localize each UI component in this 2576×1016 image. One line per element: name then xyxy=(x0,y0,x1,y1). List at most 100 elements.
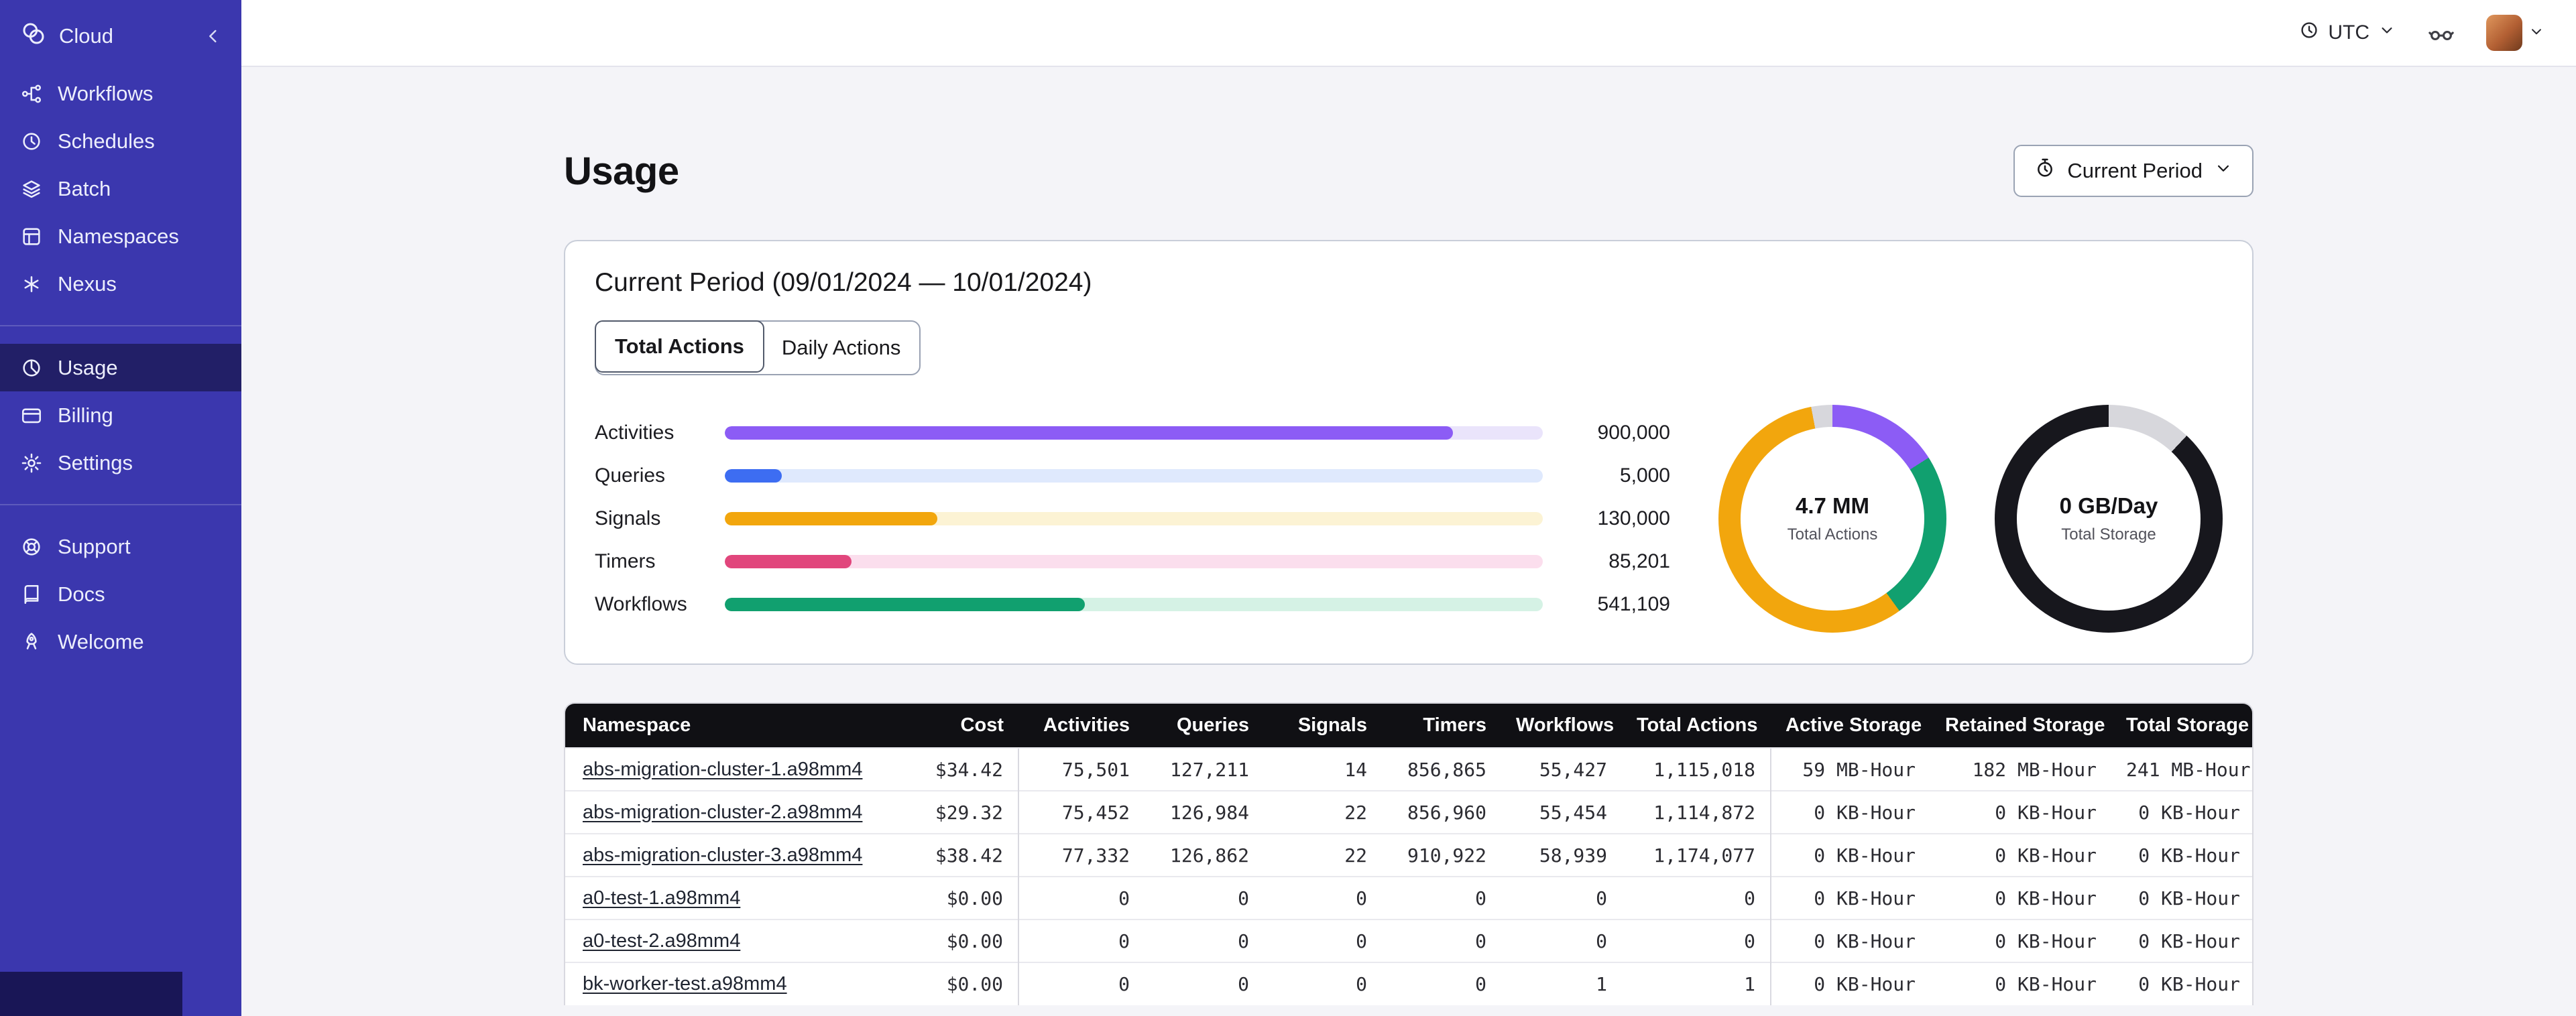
sidebar-item-settings[interactable]: Settings xyxy=(0,439,241,487)
topbar: UTC xyxy=(241,0,2576,67)
value-cell: 0 KB-Hour xyxy=(2111,876,2252,919)
column-header: Namespace xyxy=(565,704,860,748)
value-cell: 0 KB-Hour xyxy=(1770,790,1930,834)
value-cell: 0 KB-Hour xyxy=(1930,790,2111,834)
value-cell: 910,922 xyxy=(1382,833,1501,877)
sidebar-item-support[interactable]: Support xyxy=(0,523,241,570)
bar-label: Queries xyxy=(595,464,666,487)
value-cell: 1,115,018 xyxy=(1622,747,1771,791)
sidebar-divider xyxy=(0,325,241,326)
value-cell: 0 xyxy=(1264,876,1382,919)
column-header: Workflows xyxy=(1501,704,1622,748)
main-content: Usage Current Period Current Period (09/… xyxy=(241,67,2576,1016)
namespace-link[interactable]: abs-migration-cluster-3.a98mm4 xyxy=(583,844,862,866)
namespace-cell: a0-test-2.a98mm4 xyxy=(565,919,860,962)
namespace-link[interactable]: a0-test-2.a98mm4 xyxy=(583,930,740,952)
glasses-button[interactable] xyxy=(2427,19,2455,47)
sidebar-item-schedules[interactable]: Schedules xyxy=(0,117,241,165)
column-header: Retained Storage xyxy=(1930,704,2111,748)
value-cell: 856,865 xyxy=(1382,747,1501,791)
bar-row-timers: Timers 85,201 xyxy=(595,550,1670,573)
actions-tabs: Total Actions Daily Actions xyxy=(595,320,921,375)
sidebar-item-namespaces[interactable]: Namespaces xyxy=(0,212,241,260)
support-icon xyxy=(23,537,40,556)
sidebar-item-label: Namespaces xyxy=(58,224,179,248)
chevron-down-icon xyxy=(2213,158,2233,184)
bar-label: Activities xyxy=(595,422,675,444)
column-header: Queries xyxy=(1145,704,1264,748)
value-cell: 14 xyxy=(1264,747,1382,791)
collapse-sidebar-button[interactable] xyxy=(202,25,224,47)
workflows-icon xyxy=(21,84,42,103)
column-header: Total Actions xyxy=(1622,704,1771,748)
usage-icon xyxy=(23,359,40,377)
sidebar-nav-account: Usage Billing Settings xyxy=(0,344,241,487)
value-cell: 0 KB-Hour xyxy=(1930,833,2111,877)
sidebar-item-docs[interactable]: Docs xyxy=(0,570,241,618)
clock-icon xyxy=(2301,22,2317,38)
sidebar-item-label: Schedules xyxy=(58,129,155,153)
namespace-cell: bk-worker-test.a98mm4 xyxy=(565,962,860,1005)
sidebar-item-usage[interactable]: Usage xyxy=(0,344,241,391)
docs-icon xyxy=(24,584,39,604)
namespace-link[interactable]: abs-migration-cluster-1.a98mm4 xyxy=(583,759,862,780)
period-selector-button[interactable]: Current Period xyxy=(2013,145,2253,197)
value-cell: 0 xyxy=(1501,876,1622,919)
settings-icon xyxy=(21,453,42,472)
clock-icon xyxy=(2298,19,2320,46)
chevron-down-icon xyxy=(2382,27,2392,34)
sidebar-nav-support: Support Docs Welcome xyxy=(0,523,241,665)
bar-value: 5,000 xyxy=(1619,464,1670,487)
page-title: Usage xyxy=(564,149,679,193)
donut-label: Total Storage xyxy=(2061,525,2156,544)
value-cell: 1,174,077 xyxy=(1622,833,1771,877)
sidebar-item-label: Billing xyxy=(58,403,113,427)
sidebar-item-workflows[interactable]: Workflows xyxy=(0,70,241,117)
bar-row-activities: Activities 900,000 xyxy=(595,422,1670,444)
welcome-icon xyxy=(26,632,37,649)
value-cell: 0 xyxy=(1145,876,1264,919)
value-cell: $34.42 xyxy=(860,747,1018,791)
namespace-link[interactable]: bk-worker-test.a98mm4 xyxy=(583,973,787,995)
bar-value: 900,000 xyxy=(1597,422,1670,444)
value-cell: $0.00 xyxy=(860,962,1018,1005)
value-cell: 0 xyxy=(1382,962,1501,1005)
sidebar-item-batch[interactable]: Batch xyxy=(0,165,241,212)
value-cell: $0.00 xyxy=(860,876,1018,919)
sidebar-divider xyxy=(0,504,241,505)
value-cell: 0 xyxy=(1264,919,1382,962)
namespace-cell: abs-migration-cluster-2.a98mm4 xyxy=(565,790,862,834)
bar-fill xyxy=(725,426,1453,440)
table-header-row: Namespace Cost Activities Queries Signals Tim… xyxy=(565,704,2252,748)
bar-fill xyxy=(725,512,938,525)
chevron-left-icon xyxy=(209,29,217,43)
sidebar-item-billing[interactable]: Billing xyxy=(0,391,241,439)
value-cell: 0 xyxy=(1622,919,1771,962)
table-row: bk-worker-test.a98mm4 $0.00 0 0 0 0 1 1 0 KB-Hou… xyxy=(565,962,2252,1005)
bar-row-queries: Queries 5,000 xyxy=(595,464,1670,487)
timezone-selector[interactable]: UTC xyxy=(2298,19,2396,46)
usage-table: Namespace Cost Activities Queries Signals Tim… xyxy=(565,704,2252,1005)
namespace-link[interactable]: a0-test-1.a98mm4 xyxy=(583,887,740,909)
bar-track xyxy=(725,469,1543,483)
value-cell: 0 xyxy=(1018,962,1145,1005)
sidebar-item-welcome[interactable]: Welcome xyxy=(0,618,241,665)
nexus-icon xyxy=(24,275,39,292)
value-cell: 1,114,872 xyxy=(1622,790,1771,834)
bar-track xyxy=(725,555,1543,568)
stopwatch-icon xyxy=(2038,158,2053,177)
sidebar-item-nexus[interactable]: Nexus xyxy=(0,260,241,308)
value-cell: 0 xyxy=(1018,876,1145,919)
value-cell: 0 KB-Hour xyxy=(1930,962,2111,1005)
account-menu[interactable] xyxy=(2486,15,2545,51)
tab-total-actions[interactable]: Total Actions xyxy=(595,320,764,373)
tab-daily-actions[interactable]: Daily Actions xyxy=(763,322,919,374)
bar-fill xyxy=(725,469,782,483)
usage-bar-chart: Activities 900,000 Queries 5,000 Signals… xyxy=(595,422,1670,616)
namespace-link[interactable]: abs-migration-cluster-2.a98mm4 xyxy=(583,802,862,823)
value-cell: $29.32 xyxy=(860,790,1018,834)
bar-value: 85,201 xyxy=(1608,550,1670,572)
bar-value: 541,109 xyxy=(1597,593,1670,615)
value-cell: 182 MB-Hour xyxy=(1930,747,2111,791)
bar-track xyxy=(725,426,1543,440)
